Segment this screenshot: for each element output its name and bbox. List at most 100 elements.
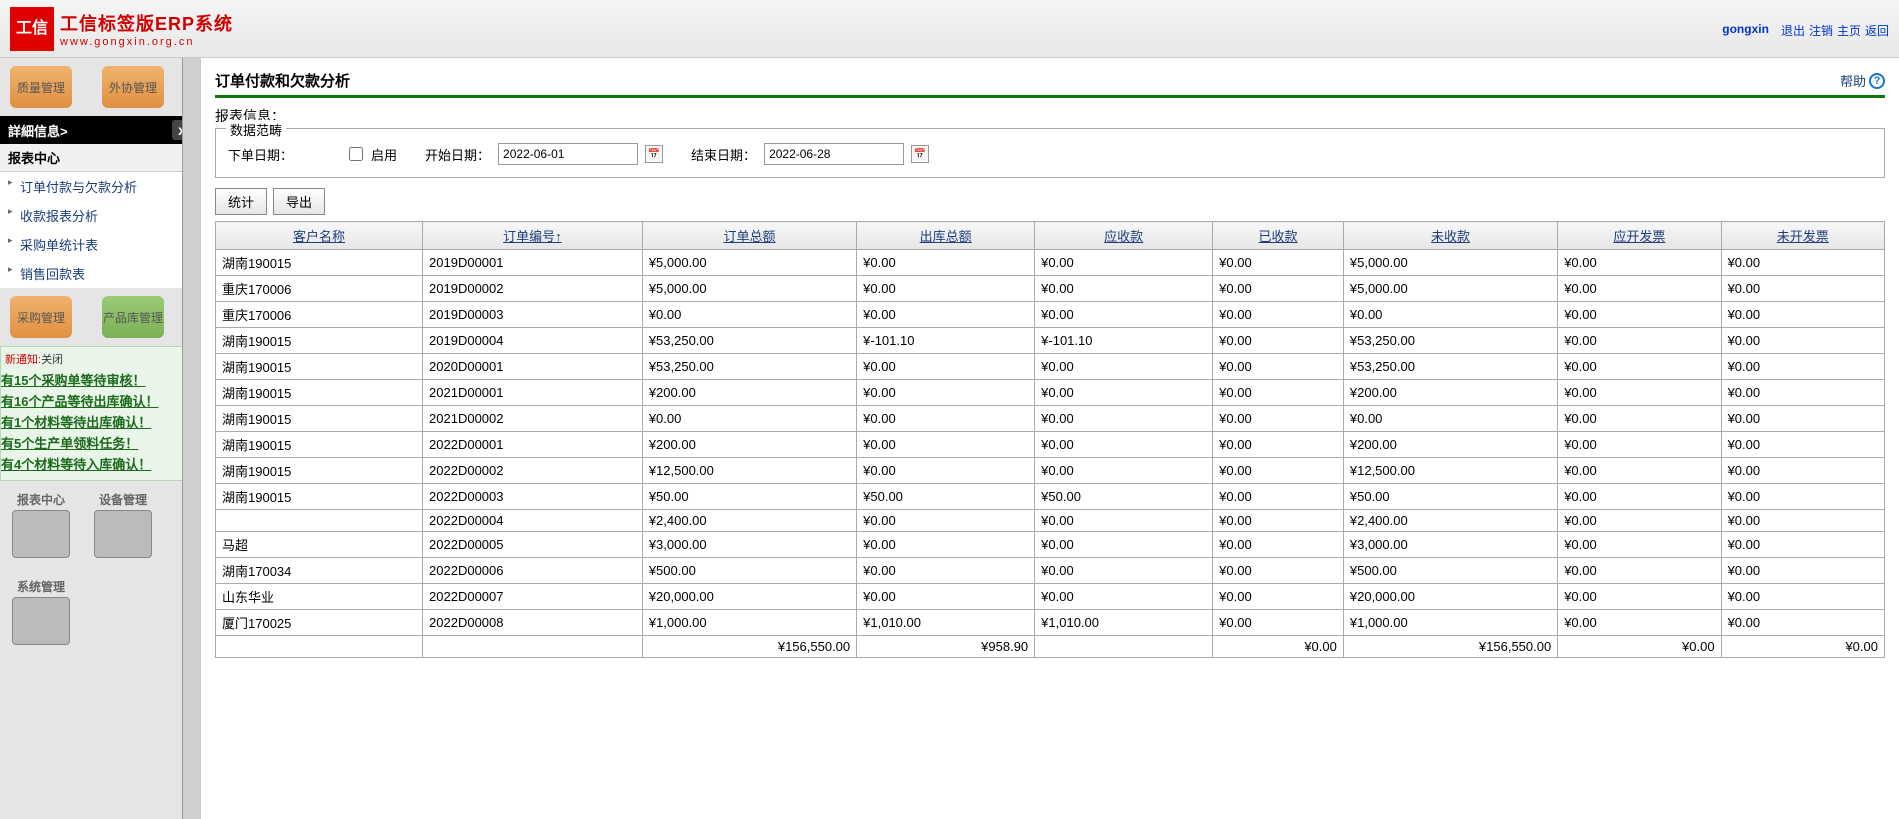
start-date-label: 开始日期： <box>425 145 490 164</box>
col-header[interactable]: 未开发票 <box>1721 222 1884 250</box>
table-cell: 2022D00004 <box>423 510 643 532</box>
table-cell: ¥0.00 <box>1035 584 1213 610</box>
table-cell: ¥5,000.00 <box>1343 250 1557 276</box>
menu-receipt-report[interactable]: 收款报表分析 <box>0 201 200 230</box>
table-cell: ¥0.00 <box>1721 432 1884 458</box>
tile-quality[interactable]: 质量管理 <box>10 66 72 108</box>
start-date-input[interactable] <box>498 143 638 165</box>
table-cell: ¥0.00 <box>1721 276 1884 302</box>
menu-order-payment[interactable]: 订单付款与欠款分析 <box>0 172 200 201</box>
table-cell: 2022D00002 <box>423 458 643 484</box>
table-cell: ¥1,000.00 <box>642 610 856 636</box>
table-cell: ¥0.00 <box>1558 328 1721 354</box>
footer-cell <box>216 636 423 658</box>
tile-outsource[interactable]: 外协管理 <box>102 66 164 108</box>
tile-device-mgmt[interactable]: 设备管理 <box>92 491 154 558</box>
link-signoff[interactable]: 注销 <box>1809 22 1833 39</box>
tile-report-center[interactable]: 报表中心 <box>10 491 72 558</box>
username: gongxin <box>1722 22 1769 36</box>
tile-system-mgmt[interactable]: 系统管理 <box>10 578 72 645</box>
table-cell: ¥0.00 <box>1721 484 1884 510</box>
table-cell: ¥53,250.00 <box>1343 354 1557 380</box>
table-cell: ¥53,250.00 <box>642 328 856 354</box>
footer-cell: ¥0.00 <box>1721 636 1884 658</box>
notify-line[interactable]: 有5个生产单领料任务！ <box>1 432 193 453</box>
table-cell: ¥2,400.00 <box>642 510 856 532</box>
export-button[interactable]: 导出 <box>273 188 325 215</box>
footer-cell: ¥156,550.00 <box>1343 636 1557 658</box>
table-cell: ¥0.00 <box>1035 406 1213 432</box>
col-header[interactable]: 应收款 <box>1035 222 1213 250</box>
col-header[interactable]: 订单编号↑ <box>423 222 643 250</box>
menu-sales-receipt[interactable]: 销售回款表 <box>0 259 200 288</box>
table-row: 湖南1900152022D00003¥50.00¥50.00¥50.00¥0.0… <box>216 484 1885 510</box>
footer-cell: ¥0.00 <box>1558 636 1721 658</box>
stat-button[interactable]: 统计 <box>215 188 267 215</box>
table-cell: ¥12,500.00 <box>1343 458 1557 484</box>
table-cell: ¥0.00 <box>1035 458 1213 484</box>
end-date-label: 结束日期： <box>691 145 756 164</box>
menu-purchase-stat[interactable]: 采购单统计表 <box>0 230 200 259</box>
notify-close-label[interactable]: 关闭 <box>41 354 63 366</box>
table-cell: 2022D00001 <box>423 432 643 458</box>
table-cell: ¥0.00 <box>1035 532 1213 558</box>
enable-checkbox[interactable] <box>349 147 363 161</box>
table-cell: ¥0.00 <box>1721 250 1884 276</box>
link-back[interactable]: 返回 <box>1865 22 1889 39</box>
col-header[interactable]: 客户名称 <box>216 222 423 250</box>
table-row: 湖南1700342022D00006¥500.00¥0.00¥0.00¥0.00… <box>216 558 1885 584</box>
plotter-icon <box>94 510 152 558</box>
tile-product-warehouse[interactable]: 产品库管理 <box>102 296 164 338</box>
table-cell: ¥0.00 <box>1213 458 1344 484</box>
notify-line[interactable]: 有15个采购单等待审核！ <box>1 369 193 390</box>
end-date-input[interactable] <box>764 143 904 165</box>
col-header[interactable]: 应开发票 <box>1558 222 1721 250</box>
table-cell: ¥0.00 <box>1035 380 1213 406</box>
table-cell: ¥0.00 <box>1213 584 1344 610</box>
notify-line[interactable]: 有16个产品等待出库确认！ <box>1 390 193 411</box>
table-cell: ¥50.00 <box>1343 484 1557 510</box>
col-header[interactable]: 订单总额 <box>642 222 856 250</box>
link-logout[interactable]: 退出 <box>1781 22 1805 39</box>
table-cell: ¥0.00 <box>1721 610 1884 636</box>
table-row: 厦门1700252022D00008¥1,000.00¥1,010.00¥1,0… <box>216 610 1885 636</box>
table-cell: ¥200.00 <box>1343 432 1557 458</box>
table-cell: ¥0.00 <box>1035 250 1213 276</box>
table-cell: ¥-101.10 <box>1035 328 1213 354</box>
sidebar: 质量管理 外协管理 詳細信息> x 报表中心 订单付款与欠款分析 收款报表分析 … <box>0 58 200 819</box>
notify-line[interactable]: 有4个材料等待入库确认！ <box>1 453 193 474</box>
col-header[interactable]: 已收款 <box>1213 222 1344 250</box>
table-row: 2022D00004¥2,400.00¥0.00¥0.00¥0.00¥2,400… <box>216 510 1885 532</box>
calendar-icon[interactable]: 📅 <box>911 145 929 163</box>
table-cell: ¥0.00 <box>857 510 1035 532</box>
table-cell: ¥0.00 <box>1721 302 1884 328</box>
divider <box>215 95 1885 98</box>
table-cell: 湖南170034 <box>216 558 423 584</box>
system-icon <box>12 597 70 645</box>
table-cell: ¥0.00 <box>1213 610 1344 636</box>
table-cell: 2021D00002 <box>423 406 643 432</box>
table-row: 湖南1900152022D00001¥200.00¥0.00¥0.00¥0.00… <box>216 432 1885 458</box>
table-cell: ¥0.00 <box>1558 584 1721 610</box>
table-cell: ¥0.00 <box>1558 458 1721 484</box>
link-home[interactable]: 主页 <box>1837 22 1861 39</box>
calendar-icon[interactable]: 📅 <box>645 145 663 163</box>
table-cell: 2021D00001 <box>423 380 643 406</box>
scrollbar[interactable] <box>182 58 200 819</box>
table-cell: 2022D00005 <box>423 532 643 558</box>
detail-bar: 詳細信息> x <box>0 116 200 144</box>
table-cell: ¥0.00 <box>1558 532 1721 558</box>
col-header[interactable]: 出库总额 <box>857 222 1035 250</box>
help-link[interactable]: 帮助 ? <box>1840 71 1885 90</box>
tile-purchase[interactable]: 采购管理 <box>10 296 72 338</box>
table-cell: ¥0.00 <box>1213 302 1344 328</box>
table-cell: ¥0.00 <box>1721 458 1884 484</box>
table-cell: 2019D00004 <box>423 328 643 354</box>
table-cell: ¥0.00 <box>857 532 1035 558</box>
notify-box: 新通知:关闭 × 有15个采购单等待审核！ 有16个产品等待出库确认！ 有1个材… <box>0 346 200 481</box>
col-header[interactable]: 未收款 <box>1343 222 1557 250</box>
notify-line[interactable]: 有1个材料等待出库确认！ <box>1 411 193 432</box>
table-row: 湖南1900152019D00004¥53,250.00¥-101.10¥-10… <box>216 328 1885 354</box>
table-cell: ¥0.00 <box>1558 276 1721 302</box>
table-cell: 2022D00006 <box>423 558 643 584</box>
